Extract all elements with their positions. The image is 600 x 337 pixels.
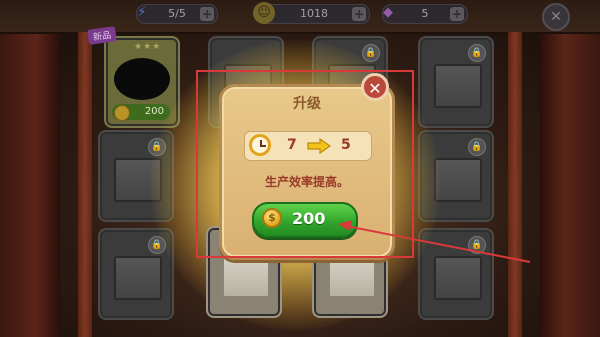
box-icon	[434, 158, 482, 202]
item-price: 200	[144, 106, 164, 117]
gem-value: 5	[421, 7, 429, 20]
energy-counter: ⚡ 5/5 +	[136, 4, 218, 24]
screen-close-button[interactable]: ✕	[542, 3, 570, 31]
coin-icon: ☺	[253, 2, 275, 24]
item-price-tag: 200	[112, 104, 170, 121]
add-energy-button[interactable]: +	[200, 7, 214, 21]
gem-counter: ◆ 5 +	[382, 4, 468, 24]
box-icon	[328, 254, 376, 298]
right-pillar	[508, 32, 522, 337]
left-pillar	[78, 32, 92, 337]
item-card-4[interactable]: 🔒	[418, 36, 494, 128]
right-curtain	[540, 0, 600, 337]
add-gems-button[interactable]: +	[450, 7, 464, 21]
box-icon	[222, 254, 270, 298]
annotation-highlight-box	[196, 70, 414, 258]
lightning-icon: ⚡	[137, 5, 147, 20]
star-rating-icon: ★★★	[134, 42, 162, 52]
coin-value: 1018	[300, 7, 328, 20]
coin-counter: ☺ 1018 +	[253, 2, 370, 24]
add-coins-button[interactable]: +	[352, 7, 366, 21]
item-card-12[interactable]: 🔒	[418, 228, 494, 320]
energy-value: 5/5	[168, 7, 186, 20]
gem-icon: ◆	[383, 5, 393, 20]
left-curtain	[0, 0, 60, 337]
item-silhouette	[114, 58, 170, 100]
box-icon	[114, 256, 162, 300]
lock-icon: 🔒	[468, 236, 486, 254]
lock-icon: 🔒	[468, 138, 486, 156]
game-screen: ⚡ 5/5 + ☺ 1018 + ◆ 5 + ✕ ★★★ 200 新品 🔒 🔒 …	[0, 0, 600, 337]
box-icon	[434, 256, 482, 300]
lock-icon: 🔒	[468, 44, 486, 62]
coin-icon	[114, 105, 130, 121]
box-icon	[434, 64, 482, 108]
